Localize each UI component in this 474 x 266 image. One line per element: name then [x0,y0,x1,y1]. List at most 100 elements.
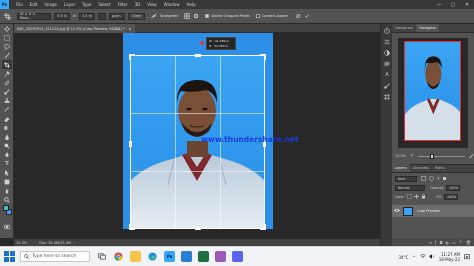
mask-icon[interactable]: ◘ [439,240,442,245]
delete-cropped-checkbox[interactable]: Delete Cropped Pixels [205,14,250,18]
document-tab[interactable]: IMG_20230914_121214.jpg @ 12.5% (Crop Pr… [14,24,135,33]
history-brush-icon[interactable] [2,105,12,114]
zoom-slider[interactable] [418,153,465,159]
crop-tool-preset-icon[interactable] [2,12,12,21]
network-icon[interactable] [420,254,426,260]
menu-select[interactable]: Select [98,2,110,7]
zoom-in-icon[interactable] [468,153,474,160]
notifications-icon[interactable] [464,253,470,261]
eyedropper-icon[interactable] [2,69,12,78]
cancel-crop-icon[interactable]: ⊘ [296,13,301,20]
navigator-thumbnail[interactable] [404,41,461,141]
dodge-icon[interactable] [2,141,12,150]
crop-handle-top-right[interactable] [260,54,266,60]
width-field[interactable]: 3.5 in [54,12,70,20]
quick-mask-icon[interactable] [2,222,12,231]
menu-file[interactable]: File [16,2,23,7]
opacity-field[interactable]: 100% [446,185,461,191]
crop-handle-top[interactable] [195,54,201,57]
tab-histogram[interactable]: Histogram [392,24,416,32]
history-panel-icon[interactable] [383,27,391,35]
photoshop-logo[interactable]: Ps [0,0,9,9]
menu-edit[interactable]: Edit [30,2,38,7]
maximize-button[interactable]: ▢ [446,0,460,9]
menu-image[interactable]: Image [44,2,57,7]
crop-handle-top-left[interactable] [129,54,135,60]
layer-row[interactable]: Crop Preview [392,205,474,217]
status-arrow-icon[interactable]: › [74,241,75,245]
swatches-panel-icon[interactable] [383,93,391,101]
straighten-icon[interactable] [151,13,157,19]
tab-layers[interactable]: Layers [392,164,410,172]
menu-help[interactable]: Help [186,2,195,7]
edge-icon[interactable] [147,251,158,262]
crop-icon[interactable] [2,60,12,69]
navigator-zoom-value[interactable]: 12.5% [395,154,406,158]
link-layers-icon[interactable]: ∞ [429,240,432,245]
status-doc-info[interactable]: Doc: 35.4M/35.4M [39,241,71,245]
word-icon[interactable] [181,251,192,262]
adjustments-panel-icon[interactable] [383,49,391,57]
layer-kind-filter[interactable]: Kind [395,176,417,182]
resolution-field[interactable] [97,12,106,20]
clock[interactable]: 11:27 AM 18-May-22 [439,252,460,262]
pen-icon[interactable] [2,150,12,159]
new-layer-icon[interactable]: ＋ [459,239,463,245]
lasso-icon[interactable] [2,42,12,51]
type-icon[interactable]: T [2,159,12,168]
resolution-unit-select[interactable]: px/in [108,12,125,20]
crop-handle-left[interactable] [129,141,132,147]
character-panel-icon[interactable]: A [383,71,391,79]
minimize-button[interactable]: — [432,0,446,9]
status-zoom[interactable]: 12.5% [16,241,27,245]
photoshop-taskbar-icon[interactable]: Ps [164,251,175,262]
volume-icon[interactable] [429,254,435,260]
filter-adjust-icon[interactable] [429,176,434,182]
visibility-eye-icon[interactable] [394,208,400,214]
filter-pixel-icon[interactable] [421,176,426,182]
magic-wand-icon[interactable] [2,51,12,60]
tab-close-icon[interactable]: × [129,27,132,31]
zoom-slider-knob[interactable] [430,153,435,159]
path-select-icon[interactable] [2,168,12,177]
zoom-out-icon[interactable] [409,153,414,159]
brush-icon[interactable] [2,87,12,96]
layer-thumbnail[interactable] [403,206,413,216]
lock-pixels-icon[interactable] [407,194,412,200]
menu-type[interactable]: Type [82,2,91,7]
crop-settings-icon[interactable] [193,13,199,19]
crop-handle-bottom-right[interactable] [260,224,266,230]
move-icon[interactable] [2,24,12,33]
gradient-icon[interactable] [2,123,12,132]
menu-filter[interactable]: Filter [118,2,128,7]
menu-view[interactable]: View [147,2,157,7]
lock-position-icon[interactable] [414,194,420,200]
tray-chevron-icon[interactable]: ^ [412,255,415,260]
healing-icon[interactable] [2,78,12,87]
excel-icon[interactable] [198,251,209,262]
filter-shape-icon[interactable] [442,176,447,182]
tab-channels[interactable]: Channels [410,164,432,172]
tab-navigator[interactable]: Navigator [416,24,440,32]
close-window-button[interactable]: ✕ [460,0,474,9]
lock-all-icon[interactable] [421,194,426,200]
tab-paths[interactable]: Paths [432,164,448,172]
marquee-icon[interactable] [2,33,12,42]
layer-name[interactable]: Crop Preview [417,209,440,213]
menu-3d[interactable]: 3D [135,2,141,7]
adjustment-layer-icon[interactable]: ◐ [446,240,450,245]
fx-icon[interactable]: ƒ [435,240,436,245]
chrome-icon[interactable] [113,251,124,262]
crop-handle-bottom[interactable] [195,227,201,230]
commit-crop-icon[interactable]: ✓ [305,13,310,20]
crop-handle-bottom-left[interactable] [129,224,135,230]
content-aware-checkbox[interactable]: Content-Aware [255,14,288,18]
straighten-label[interactable]: Straighten [160,14,178,18]
swap-dimensions-icon[interactable]: ⇄ [73,14,76,18]
checkbox-unchecked-icon[interactable] [255,14,260,18]
blend-mode-select[interactable]: Normal [395,185,425,191]
checkbox-checked-icon[interactable] [205,14,210,18]
shape-icon[interactable] [2,177,12,186]
brush-settings-icon[interactable] [383,82,391,90]
hand-icon[interactable] [2,186,12,195]
